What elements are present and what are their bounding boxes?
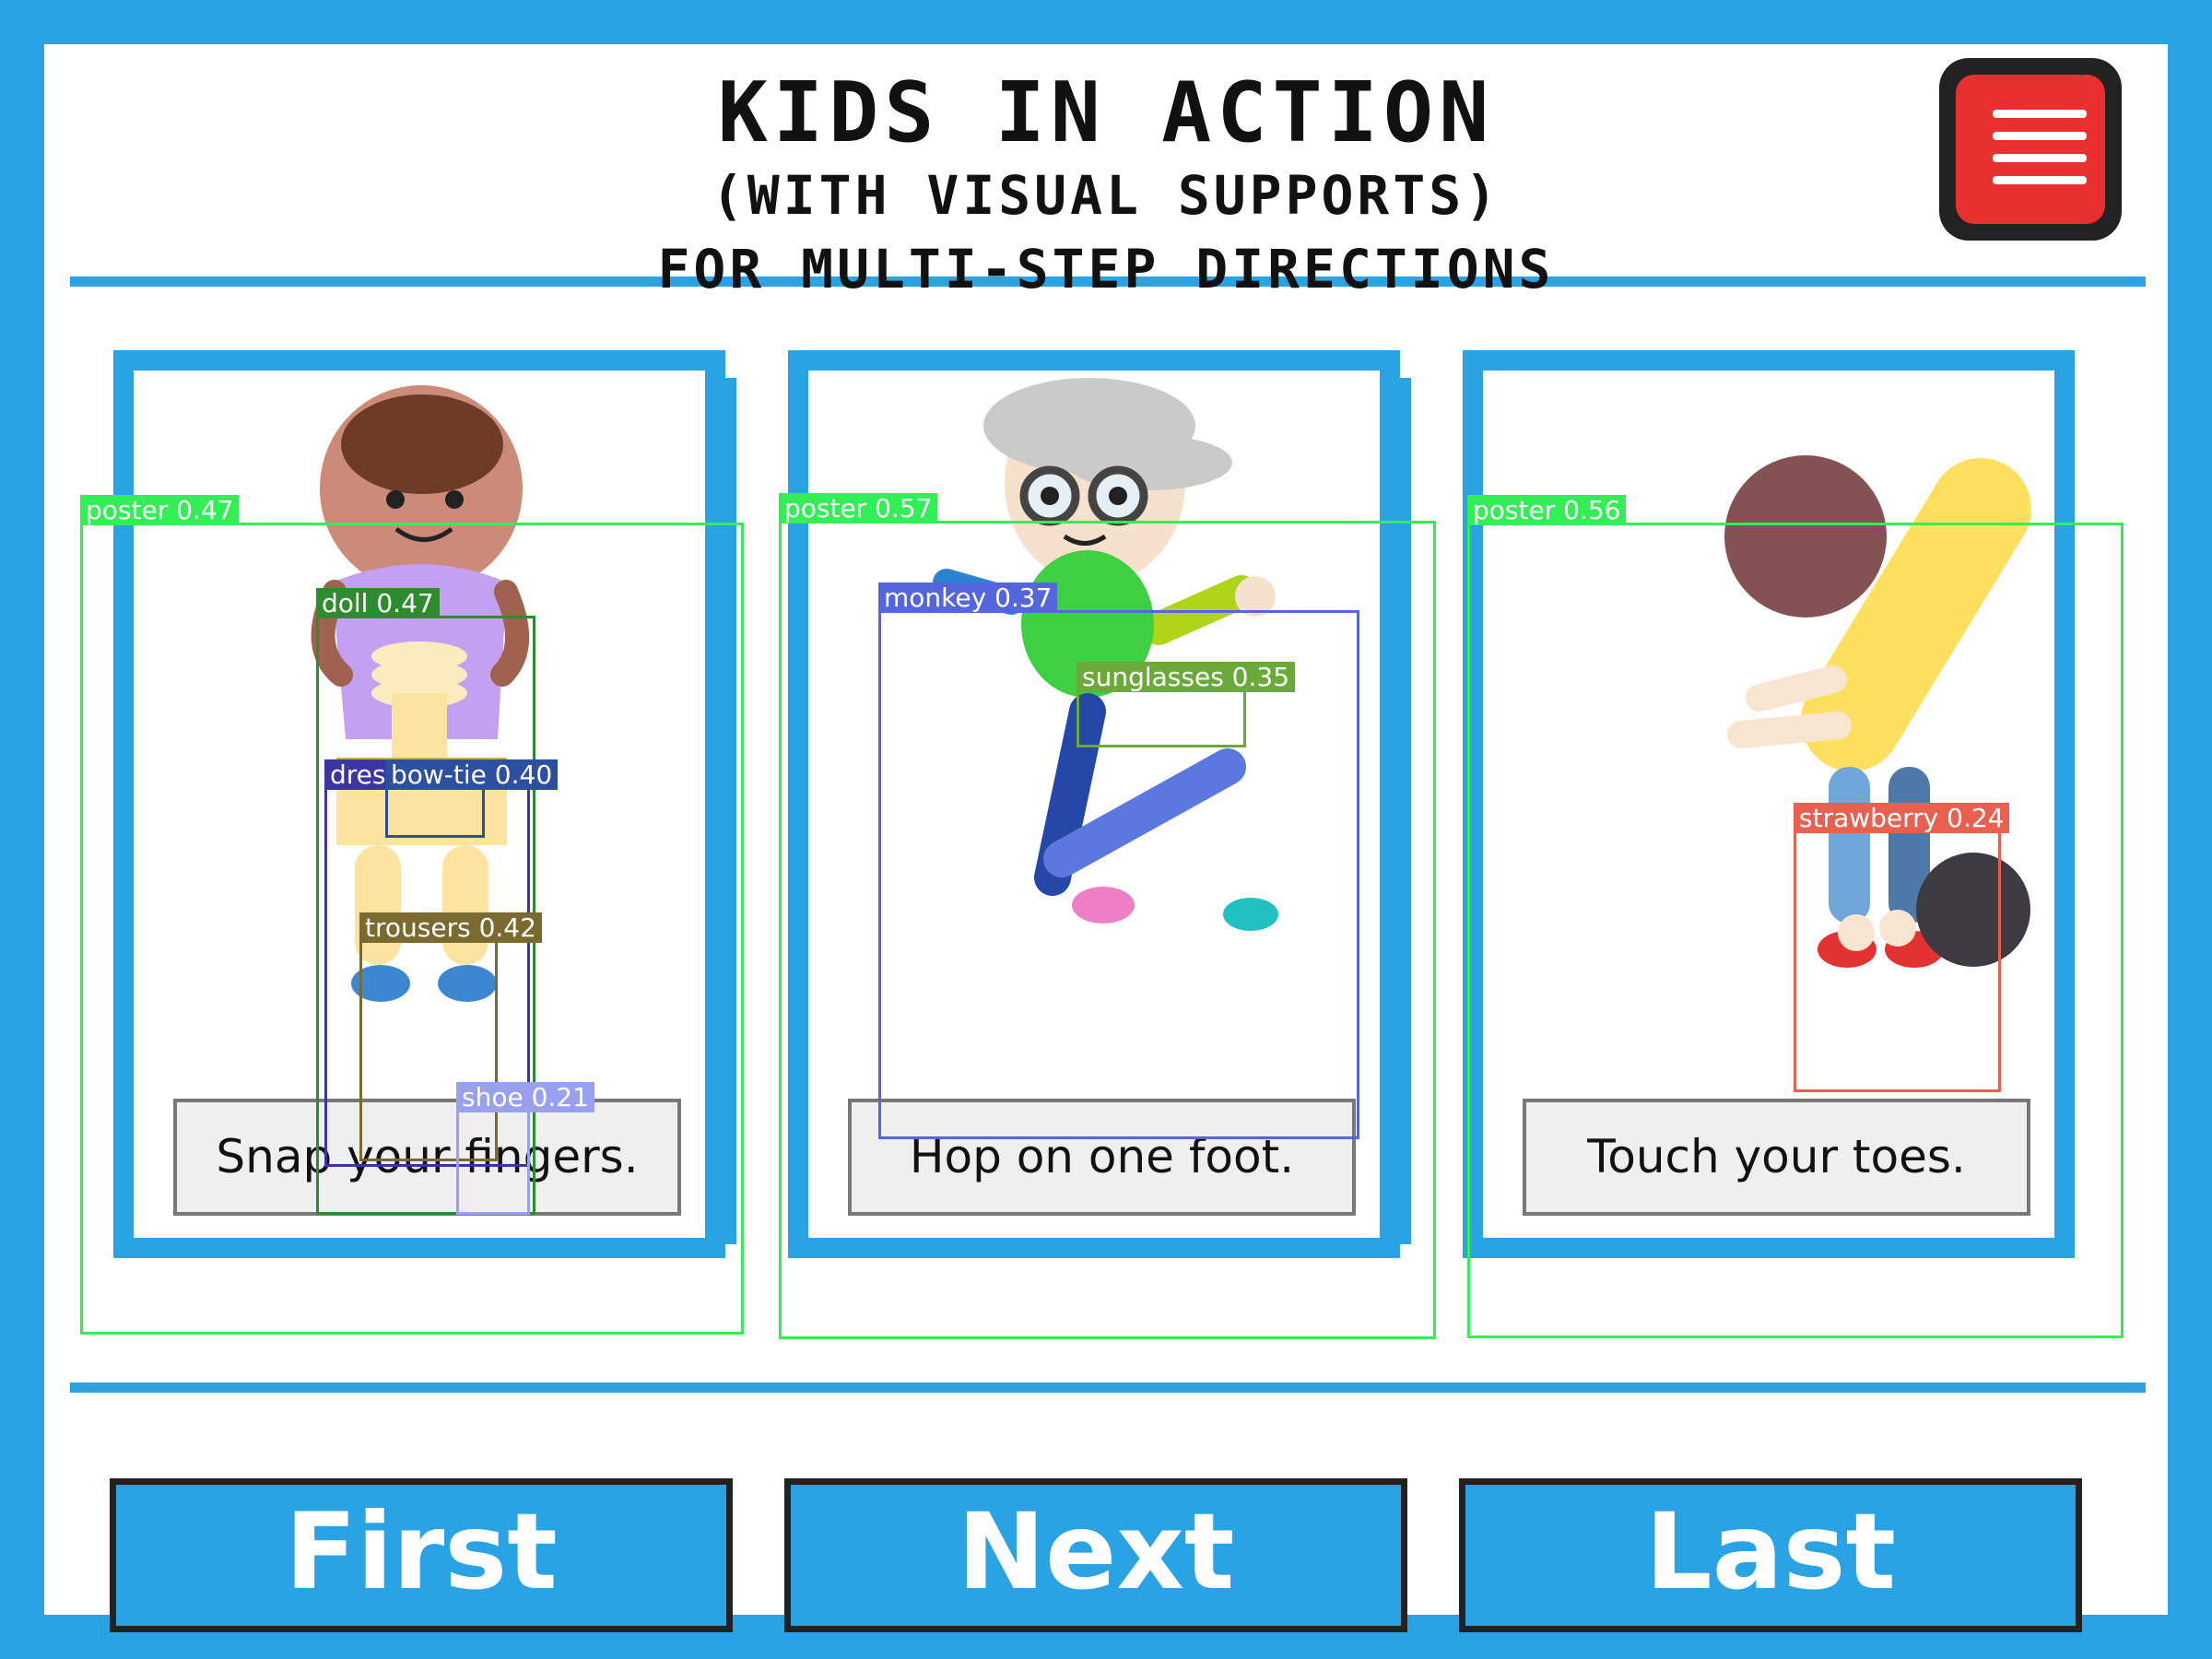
detection-label: monkey 0.37 xyxy=(878,582,1058,613)
detection-label: trousers 0.42 xyxy=(359,912,542,943)
menu-button[interactable] xyxy=(1939,58,2122,241)
detection-label: poster 0.57 xyxy=(779,493,938,524)
page-subtitle-2: FOR MULTI-STEP DIRECTIONS xyxy=(657,238,1555,300)
detection-label: poster 0.47 xyxy=(80,495,240,525)
detection-box: strawberry 0.24 xyxy=(1794,803,2010,1092)
detection-box: sunglasses 0.35 xyxy=(1077,662,1296,747)
detection-label: sunglasses 0.35 xyxy=(1077,662,1296,692)
detection-label: shoe 0.21 xyxy=(456,1082,594,1112)
menu-icon xyxy=(1956,75,2105,224)
detection-box: shoe 0.21 xyxy=(456,1082,594,1215)
detection-label: doll 0.47 xyxy=(316,588,440,618)
page-title: KIDS IN ACTION xyxy=(717,65,1495,161)
detection-label: poster 0.56 xyxy=(1467,495,1627,525)
first-button[interactable]: First xyxy=(110,1478,733,1632)
page-subtitle: (WITH VISUAL SUPPORTS) xyxy=(711,164,1501,227)
app-frame: KIDS IN ACTION (WITH VISUAL SUPPORTS) FO… xyxy=(44,44,2168,1632)
next-button[interactable]: Next xyxy=(784,1478,1407,1632)
detection-label: strawberry 0.24 xyxy=(1794,803,2010,833)
detection-box: bow-tie 0.40 xyxy=(385,759,559,838)
last-button[interactable]: Last xyxy=(1459,1478,2082,1632)
detection-label: bow-tie 0.40 xyxy=(385,759,559,790)
footer-divider xyxy=(70,1382,2146,1393)
